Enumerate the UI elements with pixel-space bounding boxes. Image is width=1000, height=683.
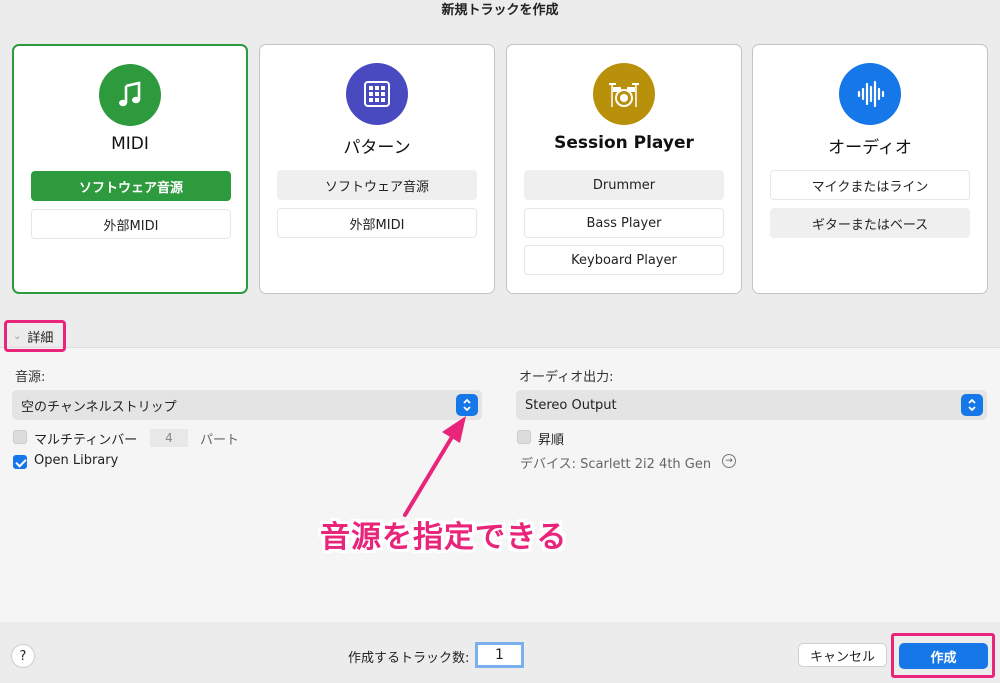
ascending-checkbox[interactable] <box>517 430 531 444</box>
grid-pad-icon <box>346 63 408 125</box>
multitimbral-count-field[interactable]: 4 <box>150 429 188 447</box>
card-title: パターン <box>343 138 411 158</box>
open-library-checkbox[interactable] <box>13 455 27 469</box>
details-toggle-label: 詳細 <box>27 330 54 346</box>
pattern-software-instrument-option[interactable]: ソフトウェア音源 <box>277 170 477 200</box>
midi-external-midi-option[interactable]: 外部MIDI <box>31 209 231 239</box>
pattern-external-midi-option[interactable]: 外部MIDI <box>277 208 477 238</box>
drummer-option[interactable]: Drummer <box>524 170 724 200</box>
keyboard-player-option[interactable]: Keyboard Player <box>524 245 724 275</box>
parts-label: パート <box>200 433 240 448</box>
track-type-card-session-player[interactable]: Session Player Drummer Bass Player Keybo… <box>506 44 742 294</box>
card-title: オーディオ <box>828 138 912 158</box>
instrument-select[interactable]: 空のチャンネルストリップ <box>12 390 482 420</box>
track-type-card-pattern[interactable]: パターン ソフトウェア音源 外部MIDI <box>259 44 495 294</box>
multitimbral-checkbox[interactable] <box>13 430 27 444</box>
guitar-or-bass-option[interactable]: ギターまたはベース <box>770 208 970 238</box>
track-type-card-audio[interactable]: オーディオ マイクまたはライン ギターまたはベース <box>752 44 988 294</box>
create-button[interactable]: 作成 <box>899 643 988 669</box>
bass-player-option[interactable]: Bass Player <box>524 208 724 238</box>
card-title: Session Player <box>554 133 694 153</box>
ascending-label: 昇順 <box>538 433 565 448</box>
audio-output-label: オーディオ出力: <box>519 370 614 385</box>
card-title: MIDI <box>111 134 149 154</box>
drum-kit-icon <box>593 63 655 125</box>
audio-output-select[interactable]: Stereo Output <box>516 390 987 420</box>
device-label: デバイス: Scarlett 2i2 4th Gen <box>520 457 712 472</box>
chevron-updown-icon <box>456 394 478 416</box>
mic-or-line-option[interactable]: マイクまたはライン <box>770 170 970 200</box>
chevron-updown-icon <box>961 394 983 416</box>
midi-software-instrument-option[interactable]: ソフトウェア音源 <box>31 171 231 201</box>
instrument-label: 音源: <box>15 370 46 385</box>
details-toggle[interactable]: ⌄ 詳細 <box>4 320 66 352</box>
multitimbral-label: マルチティンバー <box>34 433 138 448</box>
audio-output-select-value: Stereo Output <box>525 397 617 413</box>
chevron-down-icon: ⌄ <box>13 330 22 342</box>
instrument-select-value: 空のチャンネルストリップ <box>21 399 177 415</box>
details-panel <box>0 347 1000 622</box>
annotation-text: 音源を指定できる <box>320 520 568 555</box>
track-count-input[interactable]: 1 <box>475 642 524 668</box>
help-button[interactable]: ? <box>11 644 35 668</box>
open-library-label: Open Library <box>34 453 119 468</box>
dialog-title: 新規トラックを作成 <box>441 3 559 18</box>
track-count-label: 作成するトラック数: <box>348 651 470 666</box>
music-note-icon <box>99 64 161 126</box>
cancel-button[interactable]: キャンセル <box>798 643 887 667</box>
track-type-card-midi[interactable]: MIDI ソフトウェア音源 外部MIDI <box>12 44 248 294</box>
arrow-right-circle-icon[interactable]: → <box>722 454 736 468</box>
waveform-icon <box>839 63 901 125</box>
